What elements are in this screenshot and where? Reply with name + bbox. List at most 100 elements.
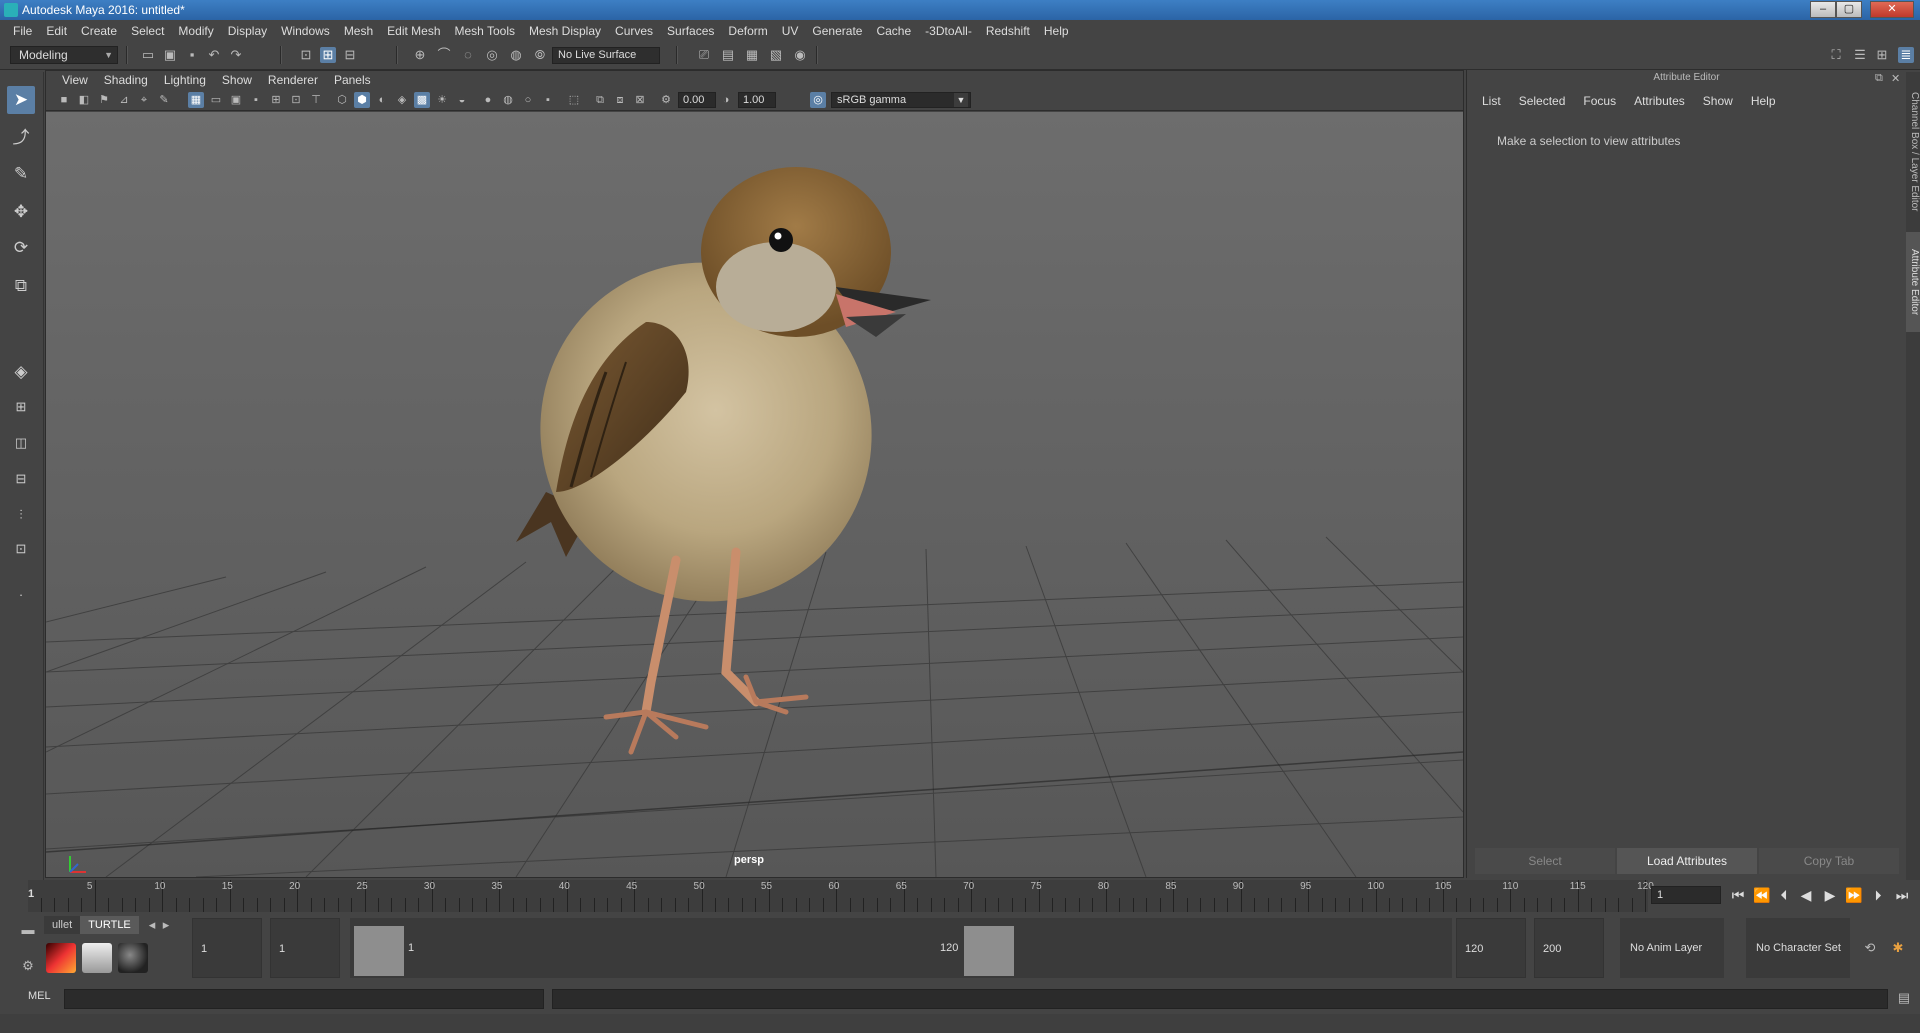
turtle-render-icon[interactable] <box>46 943 76 973</box>
wireframe-icon[interactable]: ⬡ <box>334 92 350 108</box>
shelf-scroll-right-icon[interactable]: ▸ <box>158 917 174 933</box>
ae-menu-show[interactable]: Show <box>1694 94 1742 108</box>
select-by-hierarchy-icon[interactable]: ⊡ <box>298 47 314 63</box>
render-settings-icon[interactable]: ⎚ <box>696 47 712 63</box>
snap-projected-center-icon[interactable]: ◎ <box>484 47 500 63</box>
shadows-icon[interactable]: ◒ <box>454 92 470 108</box>
minimize-button[interactable]: – <box>1810 1 1836 18</box>
motion-blur-icon[interactable]: ◍ <box>500 92 516 108</box>
menu-file[interactable]: File <box>6 24 39 38</box>
menu-cache[interactable]: Cache <box>869 24 918 38</box>
vp-menu-panels[interactable]: Panels <box>326 73 379 87</box>
use-all-lights-icon[interactable]: ☀ <box>434 92 450 108</box>
exposure-icon[interactable]: ⚙ <box>658 92 674 108</box>
more-layouts-icon[interactable]: · <box>7 584 35 606</box>
close-button[interactable]: ✕ <box>1870 1 1914 18</box>
ae-menu-attributes[interactable]: Attributes <box>1625 94 1694 108</box>
vp-menu-lighting[interactable]: Lighting <box>156 73 214 87</box>
persp-graph-layout-icon[interactable]: ⊟ <box>7 468 35 490</box>
camera-attributes-icon[interactable]: ◧ <box>76 92 92 108</box>
character-set-select[interactable]: No Character Set <box>1746 918 1850 978</box>
use-default-material-icon[interactable]: ◐ <box>374 92 390 108</box>
load-attributes-button[interactable]: Load Attributes <box>1617 848 1757 874</box>
shelf-settings-icon[interactable]: ⚙ <box>20 958 36 974</box>
range-start-handle[interactable] <box>354 926 404 976</box>
depth-of-field-icon[interactable]: ▪ <box>540 92 556 108</box>
animation-preferences-icon[interactable]: ✱ <box>1890 940 1906 956</box>
viewport-canvas[interactable]: persp <box>46 112 1463 877</box>
vp-menu-shading[interactable]: Shading <box>96 73 156 87</box>
snap-view-plane-icon[interactable]: ◍ <box>508 47 524 63</box>
start-frame-field[interactable]: 1 <box>192 918 262 978</box>
range-end-handle[interactable] <box>964 926 1014 976</box>
snap-grid-icon[interactable]: ⊕ <box>412 47 428 63</box>
hypershade-icon[interactable]: ◉ <box>792 47 808 63</box>
play-backwards-icon[interactable]: ◀ <box>1796 884 1816 906</box>
anim-layer-select[interactable]: No Anim Layer <box>1620 918 1724 978</box>
ae-menu-focus[interactable]: Focus <box>1574 94 1625 108</box>
view-transform-select[interactable]: sRGB gamma ▼ <box>831 92 971 108</box>
channel-box-tab[interactable]: Channel Box / Layer Editor <box>1906 82 1920 222</box>
rotate-tool-icon[interactable]: ⟳ <box>7 234 35 262</box>
safe-title-icon[interactable]: ⊤ <box>308 92 324 108</box>
menu-uv[interactable]: UV <box>775 24 806 38</box>
go-to-end-icon[interactable]: ⏭ <box>1892 884 1912 906</box>
ipr-render-icon[interactable]: ▦ <box>744 47 760 63</box>
smooth-shade-icon[interactable]: ⬢ <box>354 92 370 108</box>
redo-icon[interactable]: ↷ <box>228 47 244 63</box>
mel-label[interactable]: MEL <box>28 990 51 1002</box>
gate-mask-icon[interactable]: ▪ <box>248 92 264 108</box>
two-d-pan-zoom-icon[interactable]: ⌖ <box>136 92 152 108</box>
open-scene-icon[interactable]: ▣ <box>162 47 178 63</box>
step-forward-frame-icon[interactable]: ⏵ <box>1868 884 1888 906</box>
single-perspective-layout-icon[interactable]: ◈ <box>7 358 35 386</box>
render-view-icon[interactable]: ▧ <box>768 47 784 63</box>
menu-modify[interactable]: Modify <box>171 24 220 38</box>
time-slider[interactable]: 1 5 10 15 20 25 30 35 40 45 50 55 60 65 70 75 80 85 90 95 1… <box>28 880 1654 912</box>
mode-selector[interactable]: Modeling ▼ <box>10 46 118 64</box>
shelf-tab-turtle[interactable]: TURTLE <box>80 916 139 934</box>
close-panel-icon[interactable]: ✕ <box>1891 72 1900 85</box>
menu-help[interactable]: Help <box>1037 24 1076 38</box>
float-panel-icon[interactable]: ⧉ <box>1875 72 1883 85</box>
scale-tool-icon[interactable]: ⧉ <box>7 272 35 300</box>
attribute-editor-tab[interactable]: Attribute Editor <box>1906 232 1920 332</box>
menu-deform[interactable]: Deform <box>721 24 774 38</box>
channel-box-toggle-icon[interactable]: ≣ <box>1898 47 1914 63</box>
render-current-frame-icon[interactable]: ▤ <box>720 47 736 63</box>
ae-menu-help[interactable]: Help <box>1742 94 1785 108</box>
select-by-object-icon[interactable]: ⊞ <box>320 47 336 63</box>
field-chart-icon[interactable]: ⊞ <box>268 92 284 108</box>
new-scene-icon[interactable]: ▭ <box>140 47 156 63</box>
xray-joints-icon[interactable]: ⧈ <box>612 92 628 108</box>
menu-generate[interactable]: Generate <box>805 24 869 38</box>
persp-graph-outliner-layout-icon[interactable]: ⊡ <box>7 538 35 560</box>
select-by-component-icon[interactable]: ⊟ <box>342 47 358 63</box>
safe-action-icon[interactable]: ⊡ <box>288 92 304 108</box>
menu-redshift[interactable]: Redshift <box>979 24 1037 38</box>
persp-outliner-layout-icon[interactable]: ◫ <box>7 432 35 454</box>
tool-settings-toggle-icon[interactable]: ⊞ <box>1874 47 1890 63</box>
maximize-button[interactable]: ▢ <box>1836 1 1862 18</box>
copy-tab-button[interactable]: Copy Tab <box>1759 848 1899 874</box>
step-forward-key-icon[interactable]: ⏩ <box>1844 884 1864 906</box>
textured-icon[interactable]: ▩ <box>414 92 430 108</box>
menu-windows[interactable]: Windows <box>274 24 337 38</box>
menu-display[interactable]: Display <box>221 24 274 38</box>
xray-components-icon[interactable]: ⊠ <box>632 92 648 108</box>
menu-mesh[interactable]: Mesh <box>337 24 380 38</box>
wireframe-on-shaded-icon[interactable]: ◈ <box>394 92 410 108</box>
live-surface-field[interactable]: No Live Surface <box>552 47 660 64</box>
resolution-gate-icon[interactable]: ▣ <box>228 92 244 108</box>
undo-icon[interactable]: ↶ <box>206 47 222 63</box>
range-slider[interactable]: 1 120 <box>350 918 1452 978</box>
save-scene-icon[interactable]: ▪ <box>184 47 200 63</box>
vp-menu-renderer[interactable]: Renderer <box>260 73 326 87</box>
menu-curves[interactable]: Curves <box>608 24 660 38</box>
shelf-tab-bullet[interactable]: ullet <box>44 916 81 934</box>
make-live-icon[interactable]: ⦾ <box>532 47 548 63</box>
step-back-key-icon[interactable]: ⏪ <box>1752 884 1772 906</box>
anti-aliasing-icon[interactable]: ○ <box>520 92 536 108</box>
turtle-bake-icon[interactable] <box>82 943 112 973</box>
menu-surfaces[interactable]: Surfaces <box>660 24 721 38</box>
